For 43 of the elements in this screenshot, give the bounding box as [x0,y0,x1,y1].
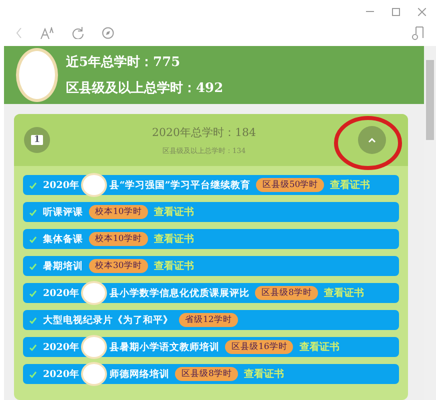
record-title: 集体备课 [43,232,83,246]
credit-badge: 区县级16学时 [225,340,294,354]
index-label: 1 [30,135,44,145]
year-total: 2020年总学时：184 [152,124,256,140]
font-size-icon[interactable] [40,27,54,39]
view-certificate-link[interactable]: 查看证书 [154,205,194,219]
record-title: 县“学习强国”学习平台继续教育 [109,178,250,192]
chevron-icon [368,138,376,142]
credit-badge: 区县级50学时 [256,178,324,192]
view-certificate-link[interactable]: 查看证书 [330,178,370,192]
view-certificate-link[interactable]: 查看证书 [299,340,340,354]
record-title: 听课评课 [43,206,83,218]
record-title: 大型电视纪录片《为了和平》 [43,314,173,326]
credit-badge: 校本10学时 [89,232,148,246]
credit-badge: 省级12学时 [179,313,238,327]
minimize-icon[interactable] [366,11,374,13]
record-title: 2020年 [43,178,80,192]
credit-badge: 校本30学时 [89,259,148,273]
credit-badge: 区县级8学时 [175,367,238,381]
record-title: 县暑期小学语文教师培训 [109,340,220,354]
avatar [16,48,58,102]
refresh-icon[interactable] [72,27,84,39]
view-certificate-link[interactable]: 查看证书 [324,286,364,300]
record-title: 2020年 [43,340,80,354]
view-certificate-link[interactable]: 查看证书 [244,367,284,381]
view-certificate-link[interactable]: 查看证书 [154,259,194,273]
credit-badge: 校本10学时 [89,205,148,219]
scrollbar[interactable] [424,46,436,400]
summary-text: 近5年总学时：775 [66,54,182,71]
record-title: 师德网络培训 [109,368,170,380]
record-title: 县小学数学信息化优质课展评比 [109,286,250,300]
record-title: 2020年 [43,368,80,380]
view-certificate-link[interactable]: 查看证书 [154,232,194,246]
maximize-icon[interactable] [392,8,400,16]
credit-badge: 区县级8学时 [255,286,318,300]
music-note-icon[interactable] [412,26,424,40]
collapse-button[interactable] [358,126,386,154]
record-title: 暑期培训 [43,260,83,272]
back-icon[interactable] [16,28,22,38]
close-icon[interactable] [418,8,426,16]
compass-icon[interactable] [102,27,114,39]
record-title: 2020年 [43,286,80,300]
summary-text: 区县级及以上总学时：492 [66,80,224,97]
